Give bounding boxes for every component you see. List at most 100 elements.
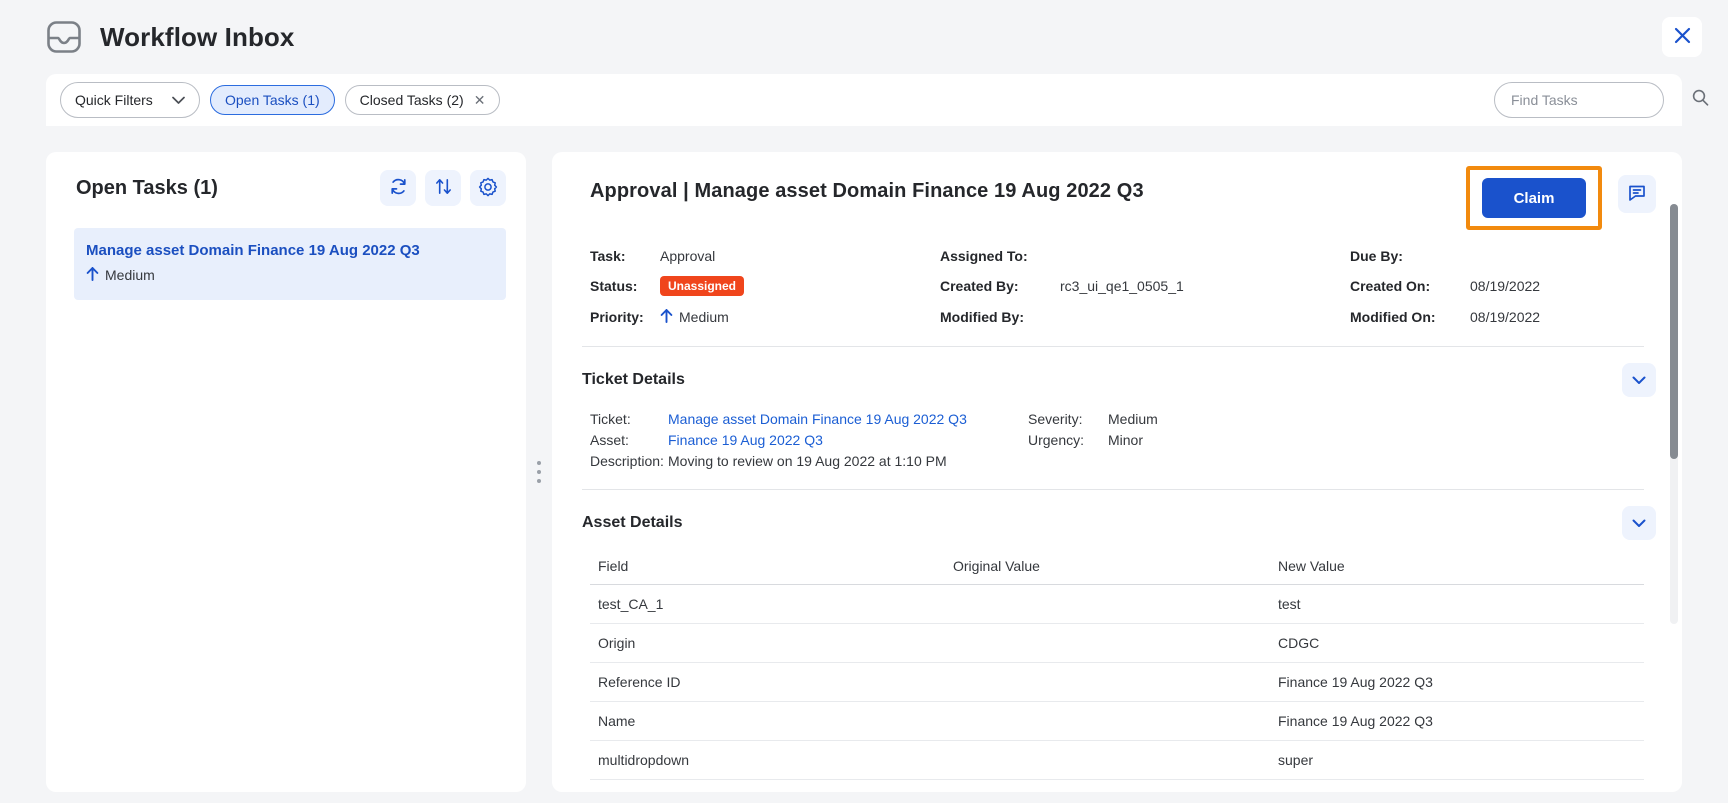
- table-row: multidropdown super: [590, 740, 1644, 780]
- cell-new-value: Finance 19 Aug 2022 Q3: [1270, 701, 1644, 741]
- detail-panel-title: Approval | Manage asset Domain Finance 1…: [590, 180, 1144, 202]
- column-header-new-value: New Value: [1270, 552, 1644, 585]
- cell-field: test_CA_1: [590, 584, 945, 624]
- chevron-down-icon: [1632, 373, 1646, 388]
- open-tasks-panel: Open Tasks (1) Manage asset Domain Finan…: [46, 152, 526, 792]
- description-value: Moving to review on 19 Aug 2022 at 1:10 …: [668, 453, 947, 469]
- search-icon[interactable]: [1692, 89, 1709, 111]
- quick-filters-label: Quick Filters: [75, 92, 153, 108]
- refresh-icon: [389, 177, 408, 199]
- cell-new-value: test: [1270, 584, 1644, 624]
- status-label: Status:: [590, 278, 638, 294]
- created-by-value: rc3_ui_qe1_0505_1: [1060, 278, 1184, 294]
- chip-closed-tasks-remove-icon[interactable]: ✕: [474, 92, 486, 109]
- sort-icon: [434, 177, 453, 199]
- asset-link[interactable]: Finance 19 Aug 2022 Q3: [668, 432, 1028, 448]
- chip-closed-tasks-label: Closed Tasks (2): [359, 92, 464, 108]
- sort-button[interactable]: [425, 170, 461, 206]
- task-list-item[interactable]: Manage asset Domain Finance 19 Aug 2022 …: [74, 228, 506, 300]
- asset-details-collapse-button[interactable]: [1622, 506, 1656, 540]
- task-label: Task:: [590, 248, 626, 264]
- comments-button[interactable]: [1618, 175, 1656, 213]
- description-label: Description:: [590, 453, 664, 469]
- cell-new-value: super: [1270, 740, 1644, 780]
- priority-label: Priority:: [590, 309, 644, 325]
- workflow-inbox-app: Workflow Inbox Quick Filters Open Tasks …: [0, 0, 1728, 803]
- cell-new-value: Finance 19 Aug 2022 Q3: [1270, 662, 1644, 702]
- close-button[interactable]: [1662, 17, 1702, 57]
- assigned-to-label: Assigned To:: [940, 248, 1028, 264]
- cell-field: multidropdown: [590, 740, 945, 780]
- asset-label: Asset:: [590, 432, 629, 448]
- settings-button[interactable]: [470, 170, 506, 206]
- ticket-link[interactable]: Manage asset Domain Finance 19 Aug 2022 …: [668, 411, 1028, 427]
- table-row: Name Finance 19 Aug 2022 Q3: [590, 701, 1644, 741]
- created-on-label: Created On:: [1350, 278, 1431, 294]
- modified-on-label: Modified On:: [1350, 309, 1436, 325]
- asset-details-table: Field Original Value New Value test_CA_1…: [590, 552, 1644, 780]
- detail-panel-header: Approval | Manage asset Domain Finance 1…: [552, 152, 1682, 230]
- priority-value-cell: Medium: [660, 308, 940, 326]
- ticket-details-collapse-button[interactable]: [1622, 363, 1656, 397]
- app-header: Workflow Inbox: [0, 0, 1728, 74]
- task-meta-grid: Task: Approval Assigned To: Due By: Stat…: [552, 230, 1682, 326]
- filter-bar: Quick Filters Open Tasks (1) Closed Task…: [46, 74, 1709, 126]
- urgency-label: Urgency:: [1028, 432, 1085, 448]
- arrow-up-icon: [660, 308, 673, 326]
- drag-dots-icon: [537, 461, 541, 483]
- refresh-button[interactable]: [380, 170, 416, 206]
- close-icon: [1674, 27, 1691, 47]
- quick-filters-dropdown[interactable]: Quick Filters: [60, 82, 200, 118]
- priority-value: Medium: [679, 309, 729, 325]
- page-title: Workflow Inbox: [100, 21, 295, 52]
- created-by-label: Created By:: [940, 278, 1019, 294]
- task-value: Approval: [660, 248, 716, 264]
- search-box[interactable]: [1494, 82, 1709, 118]
- asset-table-header-row: Field Original Value New Value: [590, 552, 1644, 585]
- created-on-value: 08/19/2022: [1470, 278, 1541, 294]
- chip-open-tasks[interactable]: Open Tasks (1): [210, 85, 335, 115]
- chip-open-tasks-label: Open Tasks (1): [225, 92, 320, 108]
- claim-button-highlight: Claim: [1466, 166, 1602, 230]
- cell-field: Name: [590, 701, 945, 741]
- cell-original-value: [945, 740, 1270, 780]
- chevron-down-icon: [1632, 516, 1646, 531]
- table-row: test_CA_1 test: [590, 584, 1644, 624]
- drag-dot: [537, 479, 541, 483]
- cell-new-value: CDGC: [1270, 623, 1644, 663]
- cell-original-value: [945, 623, 1270, 663]
- ticket-label: Ticket:: [590, 411, 631, 427]
- asset-table-body: test_CA_1 test Origin CDGC Reference ID: [590, 584, 1644, 780]
- detail-scrollbar-thumb[interactable]: [1670, 204, 1678, 459]
- panel-resize-handle[interactable]: [526, 152, 552, 792]
- cell-original-value: [945, 701, 1270, 741]
- chip-closed-tasks[interactable]: Closed Tasks (2) ✕: [344, 85, 501, 115]
- asset-details-title: Asset Details: [582, 514, 683, 531]
- table-row: Reference ID Finance 19 Aug 2022 Q3: [590, 662, 1644, 702]
- chevron-down-icon: [172, 92, 185, 108]
- cell-original-value: [945, 584, 1270, 624]
- due-by-label: Due By:: [1350, 248, 1403, 264]
- drag-dot: [537, 461, 541, 465]
- task-item-priority: Medium: [86, 266, 490, 284]
- status-badge: Unassigned: [660, 276, 745, 296]
- comment-icon: [1627, 183, 1647, 206]
- claim-button[interactable]: Claim: [1482, 178, 1586, 218]
- gear-icon: [478, 177, 498, 200]
- ticket-details-title: Ticket Details: [582, 371, 685, 388]
- modified-on-value: 08/19/2022: [1470, 309, 1541, 325]
- inbox-icon: [46, 19, 82, 55]
- task-item-priority-label: Medium: [105, 266, 155, 283]
- asset-details-header: Asset Details: [552, 490, 1682, 540]
- column-header-original-value: Original Value: [945, 552, 1270, 585]
- severity-label: Severity:: [1028, 411, 1083, 427]
- column-header-field: Field: [590, 552, 945, 585]
- ticket-details-grid: Ticket: Manage asset Domain Finance 19 A…: [552, 397, 1682, 469]
- drag-dot: [537, 470, 541, 474]
- ticket-details-header: Ticket Details: [552, 347, 1682, 397]
- table-row: Origin CDGC: [590, 623, 1644, 663]
- search-input[interactable]: [1511, 92, 1692, 108]
- cell-field: Reference ID: [590, 662, 945, 702]
- cell-field: Origin: [590, 623, 945, 663]
- asset-table-head: Field Original Value New Value: [590, 552, 1644, 585]
